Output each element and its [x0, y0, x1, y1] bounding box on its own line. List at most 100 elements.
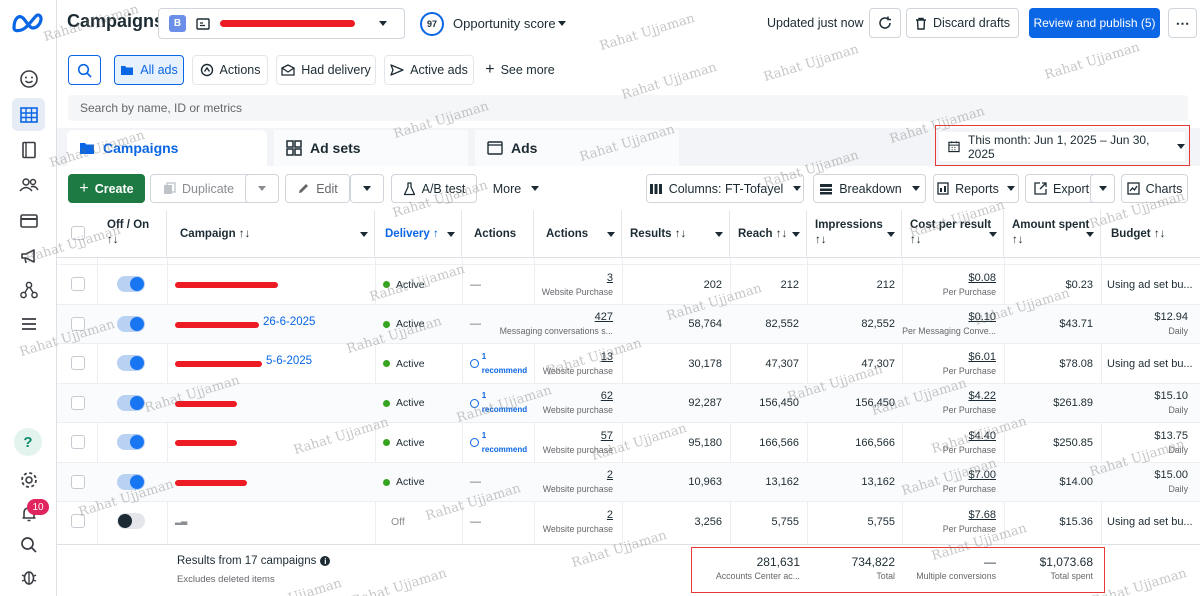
menu-icon[interactable] [12, 307, 45, 340]
catalog-icon[interactable] [12, 133, 45, 166]
campaign-toggle[interactable] [117, 473, 145, 490]
campaign-toggle[interactable] [117, 513, 145, 529]
settings-gear-icon[interactable] [12, 463, 45, 496]
megaphone-icon[interactable] [12, 239, 45, 272]
filter-had-delivery[interactable]: Had delivery [276, 55, 376, 85]
header-actions-1[interactable]: Actions [462, 210, 534, 258]
discard-drafts-button[interactable]: Discard drafts [906, 8, 1019, 38]
charts-button[interactable]: Charts [1121, 174, 1188, 203]
header-amount-spent[interactable]: Amount spent ↑↓ [1004, 210, 1101, 258]
table-row[interactable]: ▂▃ Off —2 Website purchase 3,256 5,755 5,755 $7… [57, 501, 1200, 541]
info-icon[interactable]: i [320, 556, 331, 566]
cost-per-result-value[interactable]: $0.10 [968, 310, 996, 324]
header-actions-2[interactable]: Actions [534, 210, 622, 258]
tab-ads[interactable]: Ads [475, 130, 679, 166]
edit-dropdown-button[interactable] [350, 174, 384, 203]
business-tools-icon[interactable] [12, 273, 45, 306]
more-button[interactable]: More [485, 174, 547, 203]
delivery-status: Active [383, 475, 459, 489]
cost-per-result-value[interactable]: $0.08 [968, 271, 996, 285]
campaign-toggle[interactable] [117, 394, 145, 411]
table-row[interactable]: Active —3 Website Purchase 202 212 212 $0.08 Pe… [57, 264, 1200, 304]
opportunity-score-badge[interactable]: 97 [420, 12, 444, 36]
campaign-toggle[interactable] [117, 315, 145, 332]
header-off-on[interactable]: Off / On ↑↓ [97, 210, 167, 258]
refresh-button[interactable] [869, 8, 901, 38]
account-selector[interactable]: B [158, 8, 405, 39]
table-row[interactable]: 5-6-2025 Active 1 recommend 13 Website purch… [57, 343, 1200, 383]
search-toggle-button[interactable] [68, 55, 101, 85]
header-delivery[interactable]: Delivery ↑ [375, 210, 462, 258]
row-checkbox[interactable] [71, 395, 85, 410]
budget-value: $15.00 [1154, 469, 1188, 481]
opportunity-score-label[interactable]: Opportunity score [453, 16, 556, 31]
results-value: 30,178 [688, 357, 722, 370]
status-dot-icon [383, 360, 390, 367]
cost-per-result-value[interactable]: $7.00 [968, 468, 996, 482]
tab-ads-label: Ads [511, 140, 538, 156]
row-checkbox[interactable] [71, 435, 85, 449]
edit-button[interactable]: Edit [285, 174, 350, 203]
actions-value[interactable]: 2 [607, 468, 613, 482]
ab-test-button[interactable]: A/B test [391, 174, 477, 203]
sort-ascending-icon: ↑ [432, 228, 439, 240]
actions-value[interactable]: 13 [601, 350, 613, 364]
header-results[interactable]: Results ↑↓ [622, 210, 730, 258]
duplicate-dropdown-button[interactable] [245, 174, 279, 203]
help-icon[interactable]: ? [14, 428, 42, 456]
export-dropdown-button[interactable] [1090, 174, 1115, 203]
header-impressions[interactable]: Impressions ↑↓ [807, 210, 902, 258]
table-row[interactable]: Active 1 recommend 57 Website purchase 95,18… [57, 422, 1200, 462]
campaign-toggle[interactable] [117, 355, 145, 371]
header-campaign[interactable]: Campaign ↑↓ [167, 210, 375, 258]
account-overview-icon[interactable] [12, 62, 45, 95]
filter-actions[interactable]: Actions [192, 55, 268, 85]
reports-button[interactable]: Reports [933, 174, 1019, 203]
table-row[interactable]: Active 1 recommend 62 Website purchase 92,28… [57, 382, 1200, 422]
billing-card-icon[interactable] [12, 204, 45, 237]
select-all-checkbox[interactable] [71, 226, 85, 240]
filter-active-ads[interactable]: Active ads [384, 55, 474, 85]
search-input[interactable]: Search by name, ID or metrics [68, 95, 1188, 121]
actions-value[interactable]: 57 [601, 429, 613, 443]
tab-ad-sets[interactable]: Ad sets [274, 130, 468, 166]
actions-value[interactable]: 62 [601, 389, 613, 403]
meta-logo-icon[interactable] [11, 11, 45, 33]
table-row[interactable]: Active —2 Website purchase 10,963 13,162 13,1… [57, 461, 1200, 501]
actions-value[interactable]: 2 [607, 508, 613, 522]
more-options-icon[interactable]: ⋯ [1168, 8, 1197, 38]
cost-per-result-value[interactable]: $4.22 [968, 389, 996, 403]
campaign-toggle[interactable] [117, 434, 145, 450]
reach-value: 5,755 [771, 515, 799, 528]
row-checkbox[interactable] [71, 277, 85, 291]
header-budget[interactable]: Budget ↑↓ [1101, 210, 1200, 258]
toggle-knob [130, 474, 144, 489]
search-icon[interactable] [12, 528, 45, 561]
filter-all-ads[interactable]: All ads [114, 55, 184, 85]
campaign-name-suffix[interactable]: 26-6-2025 [263, 316, 315, 328]
create-button[interactable]: + Create [68, 174, 145, 203]
filter-see-more[interactable]: + See more [482, 55, 558, 85]
campaign-toggle[interactable] [117, 276, 145, 292]
cost-per-result-value[interactable]: $7.68 [968, 508, 996, 522]
campaign-name-suffix[interactable]: 5-6-2025 [266, 355, 312, 367]
cost-per-result-value[interactable]: $6.01 [968, 350, 996, 364]
row-checkbox[interactable] [71, 316, 85, 331]
header-cost-per-result[interactable]: Cost per result ↑↓ [902, 210, 1004, 258]
row-checkbox[interactable] [71, 356, 85, 370]
campaigns-table: Off / On ↑↓ Campaign ↑↓ Delivery ↑ Action… [57, 210, 1200, 596]
columns-selector[interactable]: Columns: FT-Tofayel [646, 174, 804, 203]
tab-campaigns[interactable]: Campaigns [67, 130, 267, 166]
cost-per-result-value[interactable]: $4.40 [968, 429, 996, 443]
row-checkbox[interactable] [71, 514, 85, 528]
actions-value[interactable]: 427 [595, 310, 613, 324]
breakdown-button[interactable]: Breakdown [813, 174, 926, 203]
campaigns-table-icon[interactable] [12, 98, 45, 131]
header-reach[interactable]: Reach ↑↓ [730, 210, 807, 258]
review-and-publish-button[interactable]: Review and publish (5) [1029, 8, 1160, 38]
audiences-icon[interactable] [12, 168, 45, 201]
actions-value[interactable]: 3 [607, 271, 613, 285]
table-row[interactable]: 26-6-2025 Active —427 Messaging conversatio… [57, 303, 1200, 343]
row-checkbox[interactable] [71, 474, 85, 489]
bug-report-icon[interactable] [12, 560, 45, 593]
